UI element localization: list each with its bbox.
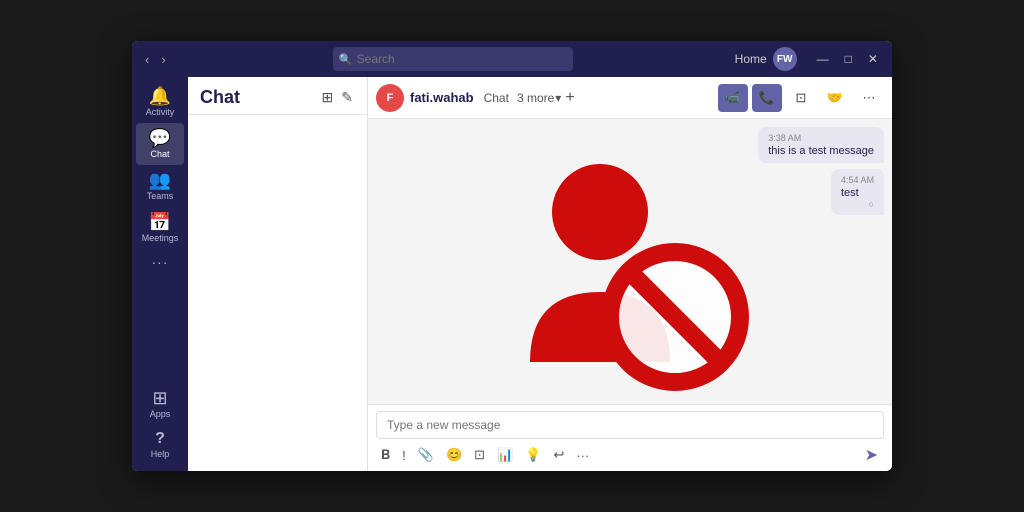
loop-button[interactable]: ↩ xyxy=(548,444,569,466)
contact-avatar: F xyxy=(376,84,404,112)
app-window: ‹ › 🔍 Home FW — □ ✕ 🔔 Activity xyxy=(132,41,892,471)
sidebar-item-label: Activity xyxy=(146,107,175,117)
message-time: 4:54 AM xyxy=(841,175,874,185)
send-button[interactable]: ➤ xyxy=(859,443,884,467)
panel-title: Chat xyxy=(200,87,240,108)
forward-button[interactable]: › xyxy=(156,50,170,69)
message-text: test xyxy=(841,187,874,199)
teams-icon: 👥 xyxy=(149,171,171,189)
chat-body: 3:38 AM this is a test message 4:54 AM t… xyxy=(368,119,892,404)
audio-call-icon: 📞 xyxy=(759,90,775,106)
sidebar-item-label: Chat xyxy=(150,149,169,159)
audio-call-button[interactable]: 📞 xyxy=(752,84,782,112)
edit-button[interactable]: ✎ xyxy=(339,87,355,108)
send-icon: ➤ xyxy=(865,447,878,464)
more-options-icon: ⋯ xyxy=(863,90,876,106)
search-wrapper: 🔍 xyxy=(333,47,573,71)
app-body: 🔔 Activity 💬 Chat 👥 Teams 📅 Meetings ···… xyxy=(132,77,892,471)
message-text: this is a test message xyxy=(768,145,874,157)
contact-name: fati.wahab xyxy=(410,90,474,105)
blocked-user-icon xyxy=(500,132,760,392)
chat-main: F fati.wahab Chat 3 more ▾ + 📹 📞 xyxy=(368,77,892,471)
screen-share-icon: ⊡ xyxy=(796,90,807,106)
video-call-button[interactable]: 📹 xyxy=(718,84,748,112)
titlebar-left: ‹ › xyxy=(140,50,171,69)
input-toolbar: 𝐁 ! 📎 😊 ⊡ 📊 💡 ↩ ··· ➤ xyxy=(376,443,884,467)
screen-share-button[interactable]: ⊡ xyxy=(786,84,816,112)
message-bubble: 3:38 AM this is a test message xyxy=(758,127,884,163)
sidebar-item-activity[interactable]: 🔔 Activity xyxy=(136,81,184,123)
sidebar-item-label: Apps xyxy=(150,409,171,419)
activity-icon: 🔔 xyxy=(149,87,171,105)
sidebar-item-chat[interactable]: 💬 Chat xyxy=(136,123,184,165)
minimize-button[interactable]: — xyxy=(811,50,835,68)
titlebar-right: Home FW — □ ✕ xyxy=(735,47,884,71)
messages-area: 3:38 AM this is a test message 4:54 AM t… xyxy=(758,127,884,215)
sidebar-item-more[interactable]: ··· xyxy=(136,249,184,275)
sidebar-item-label: Teams xyxy=(147,191,174,201)
priority-button[interactable]: ! xyxy=(397,445,411,466)
more-tabs-button[interactable]: 3 more ▾ xyxy=(517,91,561,105)
message-bubble: 4:54 AM test ○ xyxy=(831,169,884,215)
chat-tab[interactable]: Chat xyxy=(480,89,513,107)
home-label: Home xyxy=(735,52,767,66)
meetings-icon: 📅 xyxy=(149,213,171,231)
chat-header: F fati.wahab Chat 3 more ▾ + 📹 📞 xyxy=(368,77,892,119)
video-call-icon: 📹 xyxy=(725,90,741,106)
emoji-button[interactable]: 😊 xyxy=(441,444,467,466)
more-tabs-label: 3 more xyxy=(517,91,554,105)
format-button[interactable]: 𝐁 xyxy=(376,444,395,466)
sidebar-item-meetings[interactable]: 📅 Meetings xyxy=(136,207,184,249)
sidebar-item-label: Meetings xyxy=(142,233,179,243)
search-input[interactable] xyxy=(333,47,573,71)
filter-button[interactable]: ⊞ xyxy=(320,87,336,108)
giphy-button[interactable]: ⊡ xyxy=(469,444,490,466)
meeting-button[interactable]: 💡 xyxy=(520,444,546,466)
add-people-icon: 🤝 xyxy=(827,90,843,106)
maximize-button[interactable]: □ xyxy=(839,50,858,68)
sticker-button[interactable]: 📊 xyxy=(492,444,518,466)
message-time: 3:38 AM xyxy=(768,133,874,143)
close-button[interactable]: ✕ xyxy=(862,50,884,68)
help-icon: ? xyxy=(155,431,165,447)
sidebar-item-apps[interactable]: ⊞ Apps xyxy=(136,383,184,425)
chat-input-area: 𝐁 ! 📎 😊 ⊡ 📊 💡 ↩ ··· ➤ xyxy=(368,404,892,471)
message-status: ○ xyxy=(841,199,874,209)
sidebar-item-help[interactable]: ? Help xyxy=(136,425,184,465)
chat-header-tabs: Chat 3 more ▾ + xyxy=(480,89,575,107)
add-people-button[interactable]: 🤝 xyxy=(820,84,850,112)
panel-list: Chat ⊞ ✎ xyxy=(188,77,368,471)
sidebar-item-label: Help xyxy=(151,449,170,459)
message-input[interactable] xyxy=(376,411,884,439)
apps-icon: ⊞ xyxy=(152,389,167,407)
more-tools-button[interactable]: ··· xyxy=(571,445,594,466)
back-button[interactable]: ‹ xyxy=(140,50,154,69)
titlebar: ‹ › 🔍 Home FW — □ ✕ xyxy=(132,41,892,77)
panel-header: Chat ⊞ ✎ xyxy=(188,77,367,115)
sidebar-bottom: ⊞ Apps ? Help xyxy=(136,383,184,471)
sidebar-item-teams[interactable]: 👥 Teams xyxy=(136,165,184,207)
titlebar-nav: ‹ › xyxy=(140,50,171,69)
add-tab-button[interactable]: + xyxy=(565,89,574,107)
panel-actions: ⊞ ✎ xyxy=(320,87,355,108)
titlebar-search: 🔍 xyxy=(333,47,573,71)
sidebar: 🔔 Activity 💬 Chat 👥 Teams 📅 Meetings ···… xyxy=(132,77,188,471)
avatar: FW xyxy=(773,47,797,71)
more-icon: ··· xyxy=(152,255,169,269)
more-options-button[interactable]: ⋯ xyxy=(854,84,884,112)
search-icon: 🔍 xyxy=(339,53,353,66)
window-controls: — □ ✕ xyxy=(811,50,884,68)
attach-button[interactable]: 📎 xyxy=(413,444,439,466)
chat-icon: 💬 xyxy=(149,129,171,147)
chevron-down-icon: ▾ xyxy=(555,91,561,105)
header-actions: 📹 📞 ⊡ 🤝 ⋯ xyxy=(718,84,884,112)
